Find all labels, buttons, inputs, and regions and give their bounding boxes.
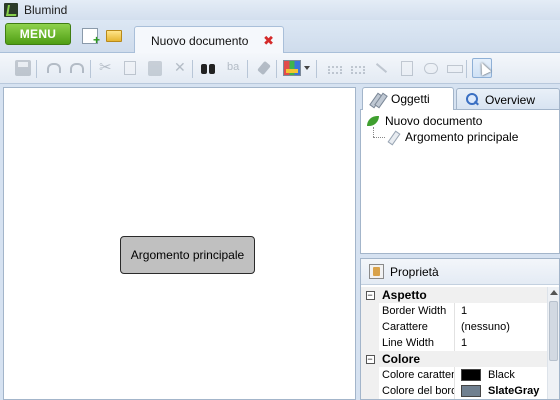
scroll-thumb[interactable]: [549, 301, 558, 361]
tree-item-document[interactable]: Nuovo documento: [367, 113, 482, 129]
toolbar-separator: [276, 60, 277, 78]
row-gutter: [361, 383, 379, 399]
layout-dropdown-arrow-icon[interactable]: [304, 66, 310, 70]
property-grid: − Aspetto Border Width 1 Carattere (ness…: [361, 287, 547, 399]
find-icon[interactable]: [200, 60, 216, 76]
callout-tool-icon[interactable]: [422, 60, 438, 76]
property-name: Border Width: [379, 303, 455, 319]
property-name: Colore del bord: [379, 383, 455, 399]
color-swatch: [461, 385, 481, 397]
blumind-logo-icon: [4, 3, 18, 17]
properties-panel: Proprietà − Aspetto Border Width 1 Carat…: [360, 258, 560, 400]
properties-title: Proprietà: [390, 264, 439, 279]
tab-overview-label: Overview: [485, 92, 536, 107]
property-value[interactable]: SlateGray: [455, 383, 539, 399]
tree-item-label: Argomento principale: [405, 130, 519, 144]
properties-scrollbar[interactable]: [547, 287, 559, 399]
copy-icon[interactable]: [124, 61, 136, 75]
toolbar-separator: [90, 60, 91, 78]
category-aspetto[interactable]: − Aspetto: [361, 287, 547, 303]
property-name: Carattere: [379, 319, 455, 335]
redo-icon[interactable]: [68, 60, 84, 76]
cut-icon[interactable]: [98, 59, 114, 76]
window-title: Blumind: [24, 3, 68, 17]
tab-nuovo-documento[interactable]: Nuovo documento ✖: [134, 26, 284, 54]
tree-connector: [373, 137, 385, 138]
tab-oggetti[interactable]: Oggetti: [362, 87, 454, 110]
topic-pencil-icon: [387, 131, 399, 143]
new-document-icon[interactable]: [82, 28, 100, 47]
save-icon[interactable]: [15, 60, 31, 76]
label-tool-icon[interactable]: [446, 60, 463, 76]
close-tab-icon[interactable]: ✖: [263, 33, 274, 49]
color-name: SlateGray: [488, 385, 540, 397]
properties-header: Proprietà: [361, 259, 559, 285]
toolbar-separator: [466, 60, 467, 78]
property-row[interactable]: Line Width 1: [361, 335, 547, 351]
properties-icon: [369, 264, 384, 279]
format-brush-icon[interactable]: [256, 60, 272, 76]
link-tool-icon[interactable]: [348, 60, 365, 76]
menu-button[interactable]: MENU: [5, 23, 71, 45]
scroll-up-arrow-icon[interactable]: [550, 290, 558, 295]
paste-icon[interactable]: [148, 61, 162, 76]
toolbar-separator: [192, 60, 193, 78]
property-row[interactable]: Border Width 1: [361, 303, 547, 319]
color-swatch: [461, 369, 481, 381]
replace-icon[interactable]: [226, 60, 242, 76]
mind-map-canvas[interactable]: Argomento principale: [3, 87, 356, 400]
document-tab-strip: MENU Nuovo documento ✖: [0, 20, 560, 54]
magnifier-icon: [465, 92, 479, 107]
pointer-icon[interactable]: [472, 58, 492, 78]
line-tool-icon[interactable]: [373, 60, 389, 76]
property-value[interactable]: (nessuno): [455, 319, 510, 335]
topic-tool-icon[interactable]: [325, 60, 342, 76]
main-toolbar: [0, 53, 560, 84]
property-row[interactable]: Carattere (nessuno): [361, 319, 547, 335]
document-tab-label: Nuovo documento: [151, 33, 249, 48]
property-value[interactable]: 1: [455, 303, 467, 319]
tree-item-label: Nuovo documento: [385, 114, 483, 128]
row-gutter: [361, 319, 379, 335]
category-label: Aspetto: [382, 288, 427, 302]
undo-icon[interactable]: [44, 60, 61, 76]
toolbar-separator: [247, 60, 248, 78]
toolbar-separator: [36, 60, 37, 78]
category-label: Colore: [382, 352, 421, 366]
delete-icon[interactable]: [172, 60, 188, 76]
toolbar-separator: [316, 60, 317, 78]
tab-oggetti-label: Oggetti: [391, 92, 430, 106]
property-value[interactable]: Black: [455, 367, 515, 383]
row-gutter: [361, 367, 379, 383]
property-row[interactable]: Colore del bord SlateGray: [361, 383, 547, 399]
category-gutter: −: [361, 287, 379, 303]
category-gutter: −: [361, 351, 379, 367]
main-topic-node[interactable]: Argomento principale: [120, 236, 255, 274]
open-folder-icon[interactable]: [106, 30, 122, 42]
collapse-toggle-icon[interactable]: −: [365, 354, 375, 364]
tab-overview[interactable]: Overview: [456, 88, 560, 110]
row-gutter: [361, 303, 379, 319]
tree-item-main-topic[interactable]: Argomento principale: [387, 129, 518, 145]
pencils-icon: [371, 92, 385, 106]
document-leaf-icon: [367, 116, 379, 126]
property-row[interactable]: Colore caratten Black: [361, 367, 547, 383]
tree-connector: [373, 127, 374, 137]
category-colore[interactable]: − Colore: [361, 351, 547, 367]
collapse-toggle-icon[interactable]: −: [365, 290, 375, 300]
title-bar: Blumind: [0, 0, 560, 20]
objects-tree: Nuovo documento Argomento principale: [360, 109, 560, 254]
property-value[interactable]: 1: [455, 335, 467, 351]
note-tool-icon[interactable]: [398, 60, 414, 76]
row-gutter: [361, 335, 379, 351]
color-name: Black: [488, 369, 515, 381]
property-name: Line Width: [379, 335, 455, 351]
property-name: Colore caratten: [379, 367, 455, 383]
objects-panel: Oggetti Overview Nuovo documento Argomen…: [360, 87, 560, 254]
layout-icon[interactable]: [283, 60, 301, 76]
